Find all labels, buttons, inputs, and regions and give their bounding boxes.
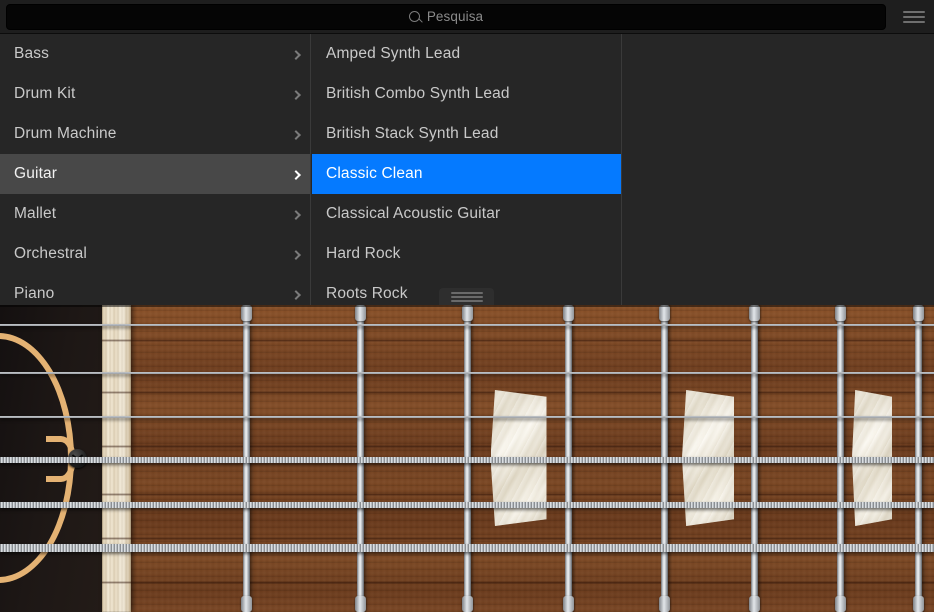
handle-line (451, 300, 483, 302)
chevron-right-icon (291, 170, 301, 180)
chevron-right-icon (291, 290, 301, 300)
panel-resize-handle[interactable] (439, 288, 494, 305)
patch-label: Amped Synth Lead (326, 45, 460, 63)
patch-row-classic-clean[interactable]: Classic Clean (312, 154, 622, 194)
category-row-drum-machine[interactable]: Drum Machine (0, 114, 311, 154)
patch-row-british-combo-synth-lead[interactable]: British Combo Synth Lead (312, 74, 622, 114)
guitar-string-3[interactable] (0, 416, 934, 419)
hamburger-menu-icon[interactable] (903, 11, 925, 23)
wood-grain-line (102, 537, 934, 540)
guitar-string-5[interactable] (0, 502, 934, 509)
category-row-piano[interactable]: Piano (0, 274, 311, 305)
category-column[interactable]: Bass Drum Kit Drum Machine Guitar Mallet Orch… (0, 34, 311, 305)
category-label: Drum Kit (14, 85, 75, 103)
fret-end-cap (913, 596, 924, 612)
category-label: Piano (14, 285, 54, 303)
chevron-right-icon (291, 250, 301, 260)
wood-grain-line (102, 581, 934, 584)
chevron-right-icon (291, 130, 301, 140)
search-icon (409, 11, 420, 22)
fret-end-cap (563, 305, 574, 321)
patch-label: British Combo Synth Lead (326, 85, 510, 103)
garageband-instrument-browser: Pesquisa Bass Drum Kit Drum Machine Guitar M… (0, 0, 934, 612)
category-label: Bass (14, 45, 49, 63)
fret-end-cap (835, 596, 846, 612)
patch-column[interactable]: Amped Synth Lead British Combo Synth Lead… (312, 34, 622, 305)
patch-label: Hard Rock (326, 245, 401, 263)
category-row-bass[interactable]: Bass (0, 34, 311, 74)
fret-end-cap (749, 305, 760, 321)
fret-end-cap (913, 305, 924, 321)
guitar-string-6[interactable] (0, 544, 934, 552)
hamburger-line (903, 16, 925, 18)
fret-end-cap (241, 305, 252, 321)
fret-end-cap (241, 596, 252, 612)
guitar-fretboard[interactable] (0, 305, 934, 612)
handle-line (451, 296, 483, 298)
fret-end-cap (355, 305, 366, 321)
fret-end-cap (462, 305, 473, 321)
patch-row-british-stack-synth-lead[interactable]: British Stack Synth Lead (312, 114, 622, 154)
fret-end-cap (462, 596, 473, 612)
patch-row-classical-acoustic-guitar[interactable]: Classical Acoustic Guitar (312, 194, 622, 234)
patch-label: Classic Clean (326, 165, 423, 183)
fret-end-cap (749, 596, 760, 612)
detail-column[interactable] (623, 34, 934, 305)
category-row-guitar[interactable]: Guitar (0, 154, 311, 194)
chevron-right-icon (291, 90, 301, 100)
patch-label: British Stack Synth Lead (326, 125, 498, 143)
fret-end-cap (659, 305, 670, 321)
fret-end-cap (355, 596, 366, 612)
library-browser: Bass Drum Kit Drum Machine Guitar Mallet Orch… (0, 34, 934, 305)
patch-row-amped-synth-lead[interactable]: Amped Synth Lead (312, 34, 622, 74)
fret-end-cap (659, 596, 670, 612)
category-row-drum-kit[interactable]: Drum Kit (0, 74, 311, 114)
patch-label: Roots Rock (326, 285, 408, 303)
category-label: Drum Machine (14, 125, 117, 143)
patch-row-hard-rock[interactable]: Hard Rock (312, 234, 622, 274)
chevron-right-icon (291, 210, 301, 220)
category-label: Mallet (14, 205, 56, 223)
fret-end-cap (563, 596, 574, 612)
category-row-orchestral[interactable]: Orchestral (0, 234, 311, 274)
hamburger-line (903, 21, 925, 23)
category-row-mallet[interactable]: Mallet (0, 194, 311, 234)
guitar-string-2[interactable] (0, 372, 934, 374)
hamburger-line (903, 11, 925, 13)
wood-grain-line (102, 339, 934, 342)
search-inner: Pesquisa (409, 9, 483, 24)
fretboard-top-edge (0, 305, 934, 307)
chevron-right-icon (291, 50, 301, 60)
fret-end-cap (835, 305, 846, 321)
search-placeholder: Pesquisa (427, 9, 483, 24)
category-label: Guitar (14, 165, 57, 183)
handle-line (451, 292, 483, 294)
category-label: Orchestral (14, 245, 87, 263)
top-toolbar: Pesquisa (0, 0, 934, 34)
guitar-string-1[interactable] (0, 324, 934, 326)
patch-label: Classical Acoustic Guitar (326, 205, 500, 223)
guitar-string-4[interactable] (0, 457, 934, 463)
search-field[interactable]: Pesquisa (6, 4, 886, 30)
